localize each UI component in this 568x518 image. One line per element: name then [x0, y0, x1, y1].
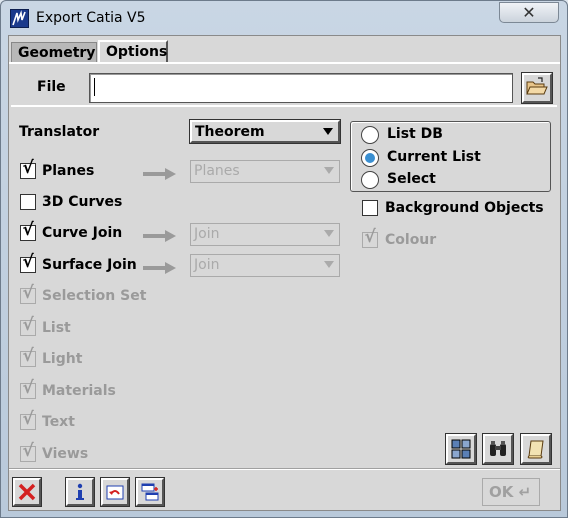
light-label: Light: [42, 351, 83, 367]
checkmark-icon: √: [22, 409, 34, 429]
checkmark-icon: √: [22, 315, 34, 335]
surface-join-select[interactable]: Join: [190, 254, 340, 277]
checkmark-icon: √: [22, 346, 34, 366]
arrow-right-icon: [143, 230, 176, 242]
planes-mode-select[interactable]: Planes: [190, 160, 340, 183]
checkmark-icon: √: [22, 283, 34, 303]
binoculars-icon: [490, 441, 506, 456]
checkmark-icon: √: [22, 220, 34, 240]
light-checkbox[interactable]: √: [20, 346, 36, 367]
curves-3d-checkbox[interactable]: [20, 194, 36, 210]
colour-checkbox[interactable]: √: [362, 227, 378, 248]
curves-3d-label: 3D Curves: [42, 194, 123, 210]
materials-label: Materials: [42, 383, 116, 399]
chevron-down-icon: [324, 167, 334, 174]
chevron-down-icon: [324, 261, 334, 268]
file-path-input[interactable]: [89, 73, 513, 103]
checkmark-icon: √: [364, 227, 376, 247]
file-row: File: [11, 65, 557, 107]
text-checkbox[interactable]: √: [20, 409, 36, 430]
radio-current-list[interactable]: [361, 149, 379, 167]
ok-button[interactable]: OK ↵: [482, 478, 540, 506]
colour-label: Colour: [385, 232, 437, 248]
planes-label: Planes: [42, 163, 95, 179]
scroll-icon: [527, 440, 544, 459]
arrow-right-icon: [143, 168, 176, 180]
info-button[interactable]: [65, 477, 95, 507]
selection-set-label: Selection Set: [42, 288, 147, 304]
planes-mode-value: Planes: [194, 163, 240, 179]
cancel-button[interactable]: [12, 477, 42, 507]
materials-checkbox[interactable]: √: [20, 378, 36, 399]
arrow-right-icon: [143, 262, 176, 274]
source-radio-group: List DB Current List Select: [350, 121, 551, 192]
browse-folder-button[interactable]: [521, 72, 553, 104]
radio-select[interactable]: [361, 171, 379, 189]
tab-geometry[interactable]: Geometry: [11, 42, 97, 63]
curve-join-label: Curve Join: [42, 225, 123, 241]
checkmark-icon: √: [22, 252, 34, 272]
info-icon: [76, 483, 84, 500]
dialog-body: Geometry Options File Translator Theorem…: [8, 35, 561, 511]
translator-value: Theorem: [195, 124, 265, 140]
footer-divider: [9, 468, 560, 470]
curve-join-select[interactable]: Join: [190, 223, 340, 246]
window-transfer-icon: [141, 483, 159, 501]
text-label: Text: [42, 414, 75, 430]
radio-select-label: Select: [387, 171, 436, 187]
planes-checkbox[interactable]: √: [20, 158, 36, 179]
layout-button[interactable]: [445, 433, 477, 465]
curve-join-value: Join: [194, 226, 220, 242]
tab-divider: [9, 62, 560, 64]
text-cursor: [94, 78, 95, 96]
checkmark-icon: √: [22, 378, 34, 398]
list-checkbox[interactable]: √: [20, 315, 36, 336]
chevron-down-icon: [323, 128, 333, 135]
surface-join-value: Join: [194, 257, 220, 273]
surface-join-checkbox[interactable]: √: [20, 252, 36, 273]
grid-layout-icon: [451, 439, 471, 459]
window-title: Export Catia V5: [36, 10, 146, 26]
title-bar[interactable]: Export Catia V5 ✕: [1, 1, 567, 35]
apply-button[interactable]: [135, 477, 165, 507]
file-label: File: [37, 79, 66, 95]
selection-set-checkbox[interactable]: √: [20, 283, 36, 304]
open-folder-icon: [526, 77, 548, 95]
catia-app-icon: [10, 9, 29, 28]
background-objects-label: Background Objects: [385, 200, 544, 216]
chevron-down-icon: [324, 230, 334, 237]
translator-select[interactable]: Theorem: [189, 119, 341, 144]
window-close-button[interactable]: ✕: [499, 2, 559, 23]
checkmark-icon: √: [22, 158, 34, 178]
notes-button[interactable]: [520, 433, 552, 465]
checkmark-icon: √: [22, 441, 34, 461]
views-label: Views: [42, 446, 89, 462]
curve-join-checkbox[interactable]: √: [20, 220, 36, 241]
list-label: List: [42, 320, 71, 336]
radio-list-db[interactable]: [361, 126, 379, 144]
close-icon: [18, 483, 36, 501]
find-button[interactable]: [482, 433, 514, 465]
reset-button[interactable]: [100, 477, 130, 507]
export-dialog-window: Export Catia V5 ✕ Geometry Options File …: [0, 0, 568, 518]
radio-list-db-label: List DB: [387, 126, 443, 142]
views-checkbox[interactable]: √: [20, 441, 36, 462]
surface-join-label: Surface Join: [42, 257, 137, 273]
radio-current-list-label: Current List: [387, 149, 481, 165]
tab-options[interactable]: Options: [98, 40, 168, 63]
undo-icon: [106, 485, 124, 500]
translator-label: Translator: [19, 124, 100, 140]
background-objects-checkbox[interactable]: [362, 200, 378, 216]
